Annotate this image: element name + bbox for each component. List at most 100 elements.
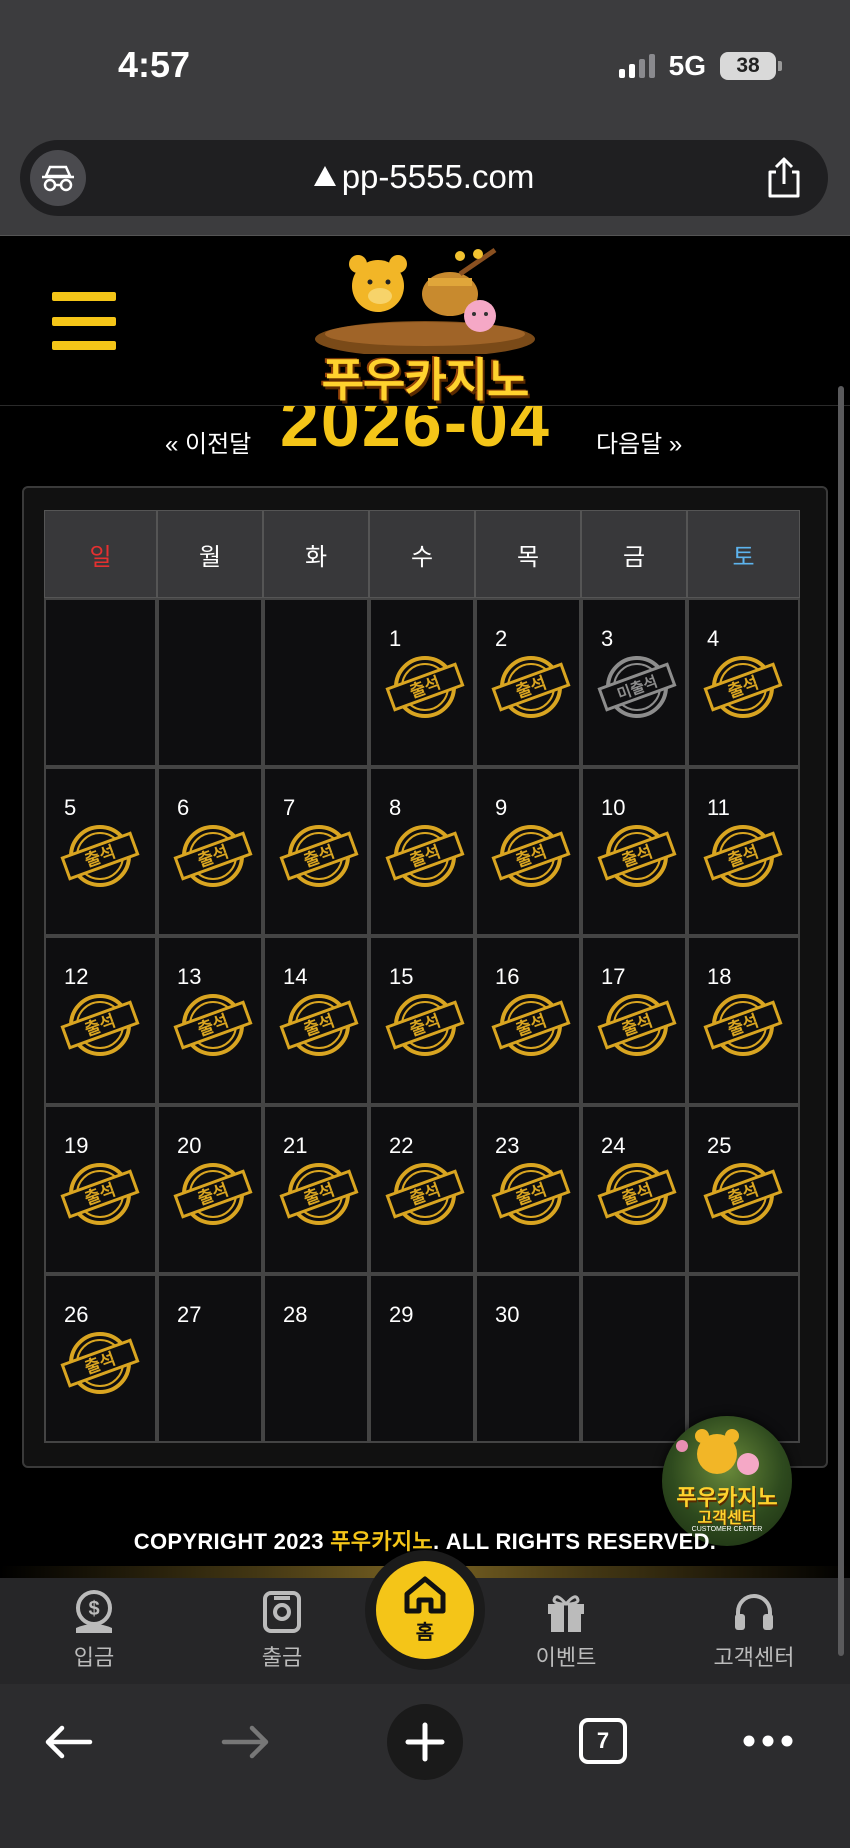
status-indicators: 5G 38 (618, 50, 782, 82)
weekday-sat: 토 (687, 510, 800, 598)
stamp-label: 출석 (619, 842, 655, 871)
nav-deposit[interactable]: $ 입금 (34, 1588, 154, 1672)
stamp-label: 출석 (725, 1011, 761, 1040)
month-navigation: « 이전달 2026-04 다음달 » (0, 406, 850, 476)
prev-month-link[interactable]: « 이전달 (165, 424, 251, 459)
stamp-label: 출석 (725, 842, 761, 871)
day-number: 10 (601, 795, 626, 820)
nav-event[interactable]: 이벤트 (506, 1588, 626, 1672)
month-title: 2026-04 (280, 406, 551, 461)
back-icon[interactable] (42, 1724, 94, 1765)
nav-withdraw[interactable]: 출금 (222, 1588, 342, 1672)
stamp-label: 출석 (513, 842, 549, 871)
nav-support[interactable]: 고객센터 (694, 1588, 814, 1672)
calendar-day-cell: 28 (263, 1274, 369, 1443)
tabs-button[interactable]: 7 (579, 1718, 627, 1764)
stamp-label: 출석 (407, 1180, 443, 1209)
calendar-day-cell: 12 출석 (44, 936, 157, 1105)
weekday-sun: 일 (44, 510, 157, 598)
stamp-label: 출석 (513, 1180, 549, 1209)
stamp-label: 출석 (407, 673, 443, 702)
attended-stamp-icon: 출석 (703, 1163, 783, 1225)
page-scrollbar[interactable] (838, 386, 844, 1656)
weekday-tue: 화 (263, 510, 369, 598)
calendar-day-cell: 3 미출석 (581, 598, 687, 767)
calendar-weeks: 1 출석 2 출석 3 미출석 4 출석 5 출석 6 출석 7 출석 8 출석 9 출석 10 출석 11 출석 12 출석… (44, 598, 806, 1443)
day-number: 19 (64, 1133, 89, 1158)
stamp-label: 출석 (301, 842, 337, 871)
stamp-label: 출석 (725, 1180, 761, 1209)
weekday-wed: 수 (369, 510, 475, 598)
deposit-icon: $ (34, 1588, 154, 1636)
day-number: 28 (283, 1302, 308, 1327)
attended-stamp-icon: 출석 (60, 1332, 140, 1394)
calendar-day-cell: 26 출석 (44, 1274, 157, 1443)
day-number: 27 (177, 1302, 202, 1327)
more-icon[interactable] (742, 1734, 794, 1753)
share-icon[interactable] (764, 156, 804, 200)
calendar-grid: 일 월 화 수 목 금 토 1 출석 2 출석 3 미출석 4 출석 5 출석 6 출석 7 출석 8 출석 9… (44, 510, 806, 1443)
attended-stamp-icon: 출석 (279, 825, 359, 887)
address-bar[interactable]: pp-5555.com (20, 140, 828, 216)
attended-stamp-icon: 출석 (597, 994, 677, 1056)
day-number: 16 (495, 964, 520, 989)
day-number: 15 (389, 964, 414, 989)
attended-stamp-icon: 출석 (173, 994, 253, 1056)
day-number: 18 (707, 964, 732, 989)
attended-stamp-icon: 출석 (385, 825, 465, 887)
day-number: 1 (389, 626, 402, 651)
stamp-label: 출석 (513, 1011, 549, 1040)
attended-stamp-icon: 출석 (385, 1163, 465, 1225)
copyright-prefix: COPYRIGHT 2023 (133, 1529, 331, 1554)
calendar-day-cell: 24 출석 (581, 1105, 687, 1274)
day-number: 4 (707, 626, 720, 651)
copyright-suffix: . ALL RIGHTS RESERVED. (432, 1529, 717, 1554)
calendar-day-cell: 22 출석 (369, 1105, 475, 1274)
nav-event-label: 이벤트 (535, 1645, 597, 1670)
nav-deposit-label: 입금 (73, 1645, 115, 1670)
home-icon (404, 1576, 446, 1613)
attended-stamp-icon: 출석 (385, 994, 465, 1056)
attended-stamp-icon: 출석 (279, 1163, 359, 1225)
calendar-day-cell: 14 출석 (263, 936, 369, 1105)
calendar-week: 12 출석 13 출석 14 출석 15 출석 16 출석 17 출석 18 출석 (44, 936, 806, 1105)
day-number: 7 (283, 795, 296, 820)
withdraw-icon (222, 1588, 342, 1636)
day-number: 11 (707, 795, 730, 820)
url-text-wrapper[interactable]: pp-5555.com (20, 158, 828, 196)
attended-stamp-icon: 출석 (703, 656, 783, 718)
calendar-day-cell: 8 출석 (369, 767, 475, 936)
signal-icon (618, 54, 655, 78)
day-number: 2 (495, 626, 508, 651)
nav-withdraw-label: 출금 (261, 1645, 303, 1670)
calendar-day-cell: 20 출석 (157, 1105, 263, 1274)
calendar-day-cell: 10 출석 (581, 767, 687, 936)
nav-support-label: 고객센터 (713, 1645, 795, 1670)
headset-icon (694, 1588, 814, 1636)
calendar-day-cell: 4 출석 (687, 598, 800, 767)
site-logo[interactable]: 푸우카지노 (300, 244, 550, 406)
calendar-day-cell (581, 1274, 687, 1443)
calendar-day-cell: 1 출석 (369, 598, 475, 767)
attended-stamp-icon: 출석 (703, 994, 783, 1056)
next-month-link[interactable]: 다음달 » (596, 424, 682, 459)
day-number: 17 (601, 964, 626, 989)
attended-stamp-icon: 출석 (491, 825, 571, 887)
calendar-day-cell: 18 출석 (687, 936, 800, 1105)
pooh-mascot-icon (315, 247, 535, 357)
missed-stamp-icon: 미출석 (597, 656, 677, 718)
attended-stamp-icon: 출석 (597, 1163, 677, 1225)
attended-stamp-icon: 출석 (491, 1163, 571, 1225)
menu-icon[interactable] (52, 292, 116, 350)
calendar-week: 5 출석 6 출석 7 출석 8 출석 9 출석 10 출석 11 출석 (44, 767, 806, 936)
new-tab-button[interactable] (387, 1704, 463, 1780)
calendar-day-cell: 6 출석 (157, 767, 263, 936)
forward-icon[interactable] (220, 1724, 272, 1765)
status-bar: 4:57 5G 38 (0, 0, 850, 128)
calendar-day-cell: 2 출석 (475, 598, 581, 767)
nav-home[interactable]: 홈 (365, 1550, 485, 1670)
calendar-day-cell: 7 출석 (263, 767, 369, 936)
calendar-day-cell: 19 출석 (44, 1105, 157, 1274)
calendar-day-cell: 29 (369, 1274, 475, 1443)
stamp-label: 출석 (195, 1011, 231, 1040)
